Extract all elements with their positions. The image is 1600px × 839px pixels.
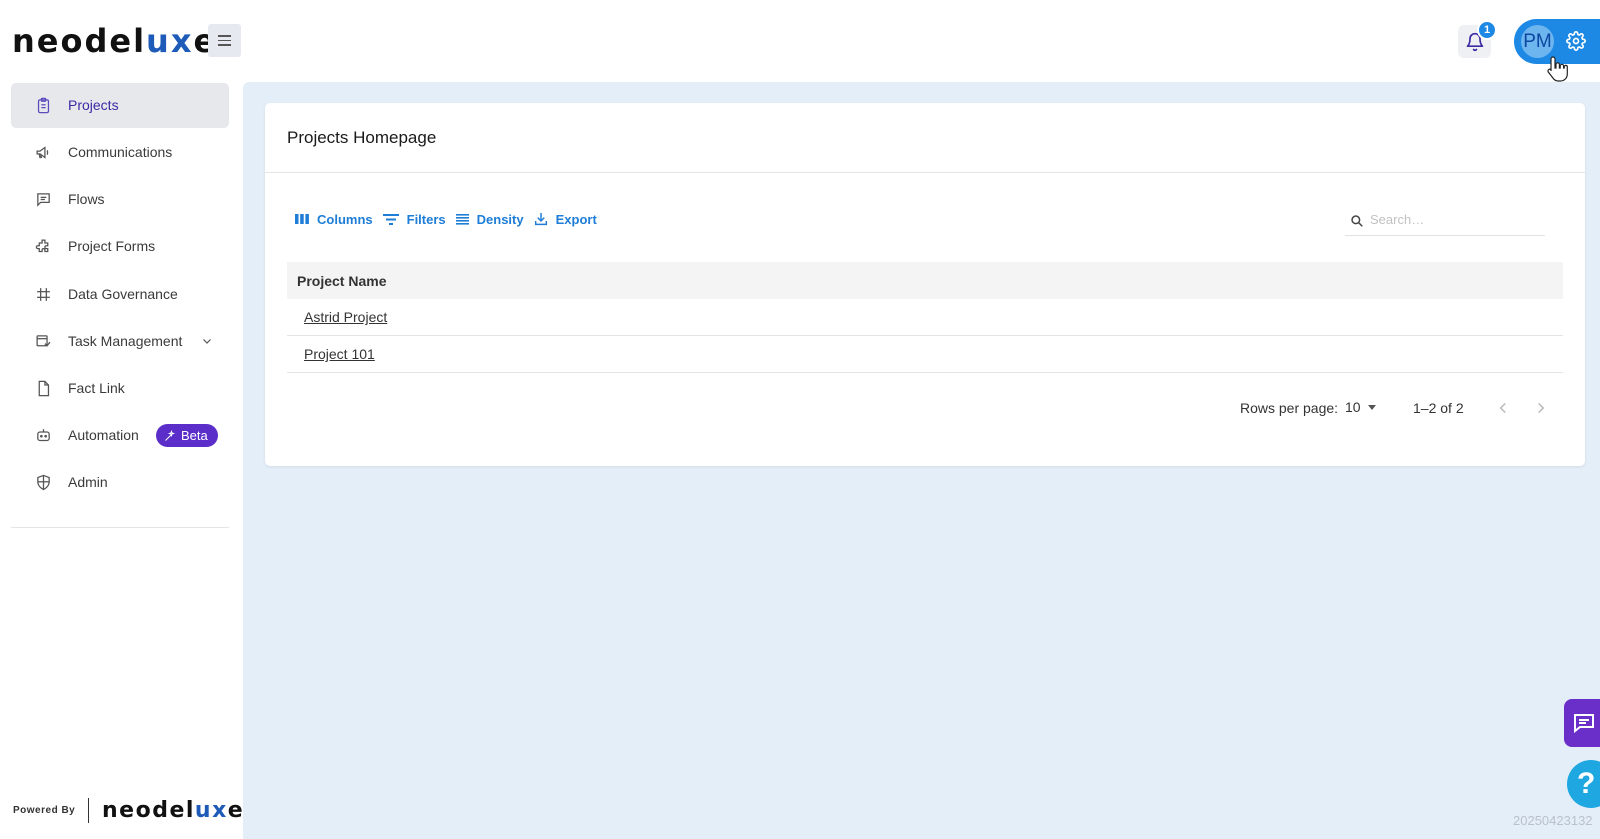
grid-icon [37,288,50,301]
sidebar-item-label: Data Governance [68,286,178,302]
clipboard-icon [37,97,50,114]
sidebar-item-data-governance[interactable]: Data Governance [11,272,229,317]
app-header: neodeluxe™ 1 PM [0,0,1600,82]
sidebar-item-task-management[interactable]: Task Management [11,319,229,364]
shield-icon [37,474,50,491]
beta-label: Beta [181,428,208,443]
sidebar-item-label: Task Management [68,333,183,349]
sidebar-item-label: Fact Link [68,380,125,396]
density-label: Density [476,211,524,227]
hamburger-icon [218,35,231,37]
sidebar-item-label: Project Forms [68,238,156,254]
question-mark-icon: ? [1577,767,1596,800]
sidebar-item-projects[interactable]: Projects [11,83,229,128]
powered-by-separator [88,798,89,823]
message-square-icon [37,193,50,207]
puzzle-icon [35,239,49,253]
card-divider [265,172,1585,173]
hamburger-icon-line [218,39,231,42]
megaphone-icon [36,146,49,159]
sidebar-item-label: Admin [68,474,108,490]
sidebar-item-label: Projects [68,97,119,113]
task-icon [36,335,51,347]
sidebar-item-label: Communications [68,144,173,160]
table-row[interactable]: Astrid Project [287,299,1563,336]
columns-icon [295,214,309,224]
build-number: 20250423132 [1513,813,1593,828]
logo-text-accent: ux [146,22,194,60]
hamburger-icon-line [218,44,231,46]
project-link[interactable]: Project 101 [304,346,375,362]
density-icon [455,214,469,225]
sidebar-item-flows[interactable]: Flows [11,177,229,222]
page-title: Projects Homepage [287,128,437,147]
chevron-right-icon[interactable] [1532,399,1550,417]
menu-toggle-button[interactable] [208,24,241,57]
sidebar-item-project-forms[interactable]: Project Forms [11,224,229,269]
logo-text: neodel [12,22,147,60]
chevron-down-icon[interactable] [201,335,213,347]
chevron-left-icon[interactable] [1494,399,1512,417]
sidebar-item-fact-link[interactable]: Fact Link [11,366,229,411]
rows-per-page-label: Rows per page: [1240,400,1339,416]
powered-logo-end: e [227,798,245,823]
sidebar-item-label: Automation [68,427,139,443]
caret-down-icon [1367,405,1376,410]
powered-logo-text: neodel [102,798,195,823]
columns-button[interactable]: Columns [294,212,373,227]
sidebar-item-admin[interactable]: Admin [11,460,229,505]
grid-toolbar: Columns Filters Density Export [294,211,606,227]
sidebar-item-communications[interactable]: Communications [11,130,229,175]
notification-badge: 1 [1477,20,1497,40]
gear-icon[interactable] [1566,31,1586,51]
hand-cursor-icon [1547,56,1568,82]
project-link[interactable]: Astrid Project [304,309,387,325]
rows-per-page-value: 10 [1345,399,1361,415]
pagination: Rows per page: 10 1–2 of 2 [265,397,1585,419]
search-icon [1351,215,1363,227]
powered-by-label: Powered By [13,805,76,816]
sidebar-divider [11,527,229,528]
filters-button[interactable]: Filters [382,212,446,227]
density-button[interactable]: Density [455,212,524,227]
pagination-range: 1–2 of 2 [1413,400,1464,416]
export-button[interactable]: Export [533,211,597,227]
search-box [1345,206,1545,236]
column-header-project-name[interactable]: Project Name [297,273,386,289]
app-logo[interactable]: neodeluxe™ [12,22,223,60]
table-row[interactable]: Project 101 [287,336,1563,373]
file-icon [38,380,50,397]
powered-logo-accent: ux [194,798,228,823]
rows-per-page-select[interactable]: 10 [1345,399,1377,415]
powered-by-logo: neodeluxe™ [102,798,252,823]
sidebar: Projects Communications Flows Project Fo… [0,82,243,839]
export-label: Export [555,211,597,227]
filter-icon [382,214,399,225]
filters-label: Filters [406,211,446,227]
search-input[interactable] [1370,212,1535,227]
sidebar-item-automation[interactable]: Automation Beta [11,413,229,458]
download-icon [534,213,547,226]
magic-wand-icon [165,429,176,441]
projects-card: Projects Homepage Columns Filters Densit… [265,103,1585,466]
beta-badge: Beta [156,424,218,447]
chat-icon [1574,714,1594,734]
sidebar-item-label: Flows [68,191,105,207]
columns-label: Columns [317,211,373,227]
robot-icon [37,429,50,442]
avatar[interactable]: PM [1521,25,1554,58]
chat-button[interactable] [1564,699,1600,747]
table-header: Project Name [287,262,1563,299]
